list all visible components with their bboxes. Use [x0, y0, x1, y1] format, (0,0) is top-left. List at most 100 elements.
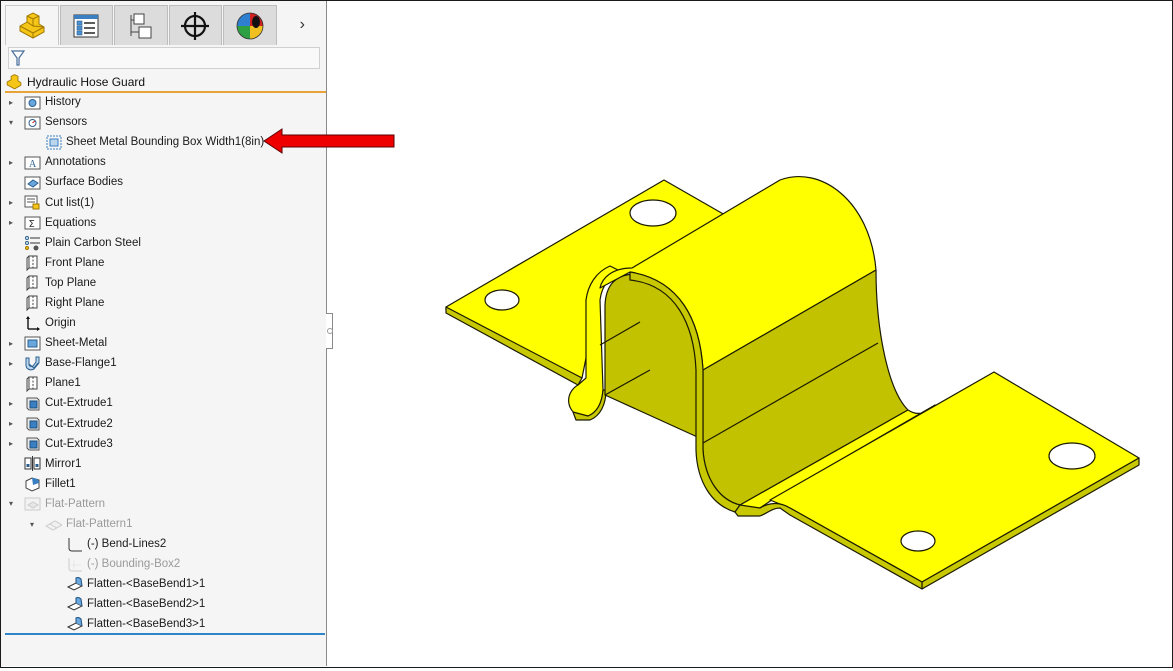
tree-item[interactable]: ▸ Σ Equations — [5, 213, 326, 233]
tree-item-label: (-) Bend-Lines2 — [87, 538, 167, 551]
tree-item[interactable]: ▸ Cut-Extrude1 — [5, 393, 326, 413]
tree-item-label: Sensors — [45, 116, 88, 129]
tree-item[interactable]: ▾ Flat-Pattern — [5, 494, 326, 514]
tree-item-label: Top Plane — [45, 276, 97, 289]
tree-item-label: Origin — [45, 317, 76, 330]
collapse-arrow-icon[interactable]: ▾ — [5, 498, 17, 510]
tree-item-label: Plain Carbon Steel — [45, 236, 141, 249]
history-folder-icon — [23, 94, 41, 111]
feature-manager-tab[interactable] — [5, 5, 59, 45]
cut-extrude-icon — [23, 435, 41, 452]
tree-item[interactable]: Top Plane — [5, 273, 326, 293]
part-icon — [6, 73, 22, 89]
hole — [1048, 442, 1096, 470]
property-list-icon — [73, 14, 99, 37]
tree-item[interactable]: (-) Bend-Lines2 — [5, 534, 326, 554]
mirror-icon — [23, 455, 41, 472]
svg-text:A: A — [29, 159, 37, 170]
sheet-metal-icon — [23, 335, 41, 352]
plane-icon — [23, 375, 41, 392]
tree-item[interactable]: Mirror1 — [5, 454, 326, 474]
expand-arrow-icon[interactable]: ▸ — [5, 337, 17, 349]
tree-item-label: Fillet1 — [45, 477, 76, 490]
tree-item-label: Equations — [45, 216, 97, 229]
flatten-bend-icon — [65, 576, 83, 593]
tree-item[interactable]: Flatten-<BaseBend1>1 — [5, 574, 326, 594]
tree-item[interactable]: Plane1 — [5, 373, 326, 393]
tree-root-part[interactable]: Hydraulic Hose Guard — [5, 72, 326, 93]
cut-extrude-icon — [23, 415, 41, 432]
configuration-tree-icon — [130, 13, 152, 38]
tree-item-label: Sheet Metal Bounding Box Width1(8in) — [66, 136, 265, 149]
tree-item[interactable]: Right Plane — [5, 293, 326, 313]
hose-guard-model[interactable] — [327, 1, 1172, 666]
tree-item[interactable]: ▸ Cut list(1) — [5, 192, 326, 212]
bounding-box-sensor-icon — [44, 134, 62, 151]
flat-pattern-icon — [44, 516, 62, 533]
hole — [629, 199, 677, 227]
tree-item-label: History — [45, 96, 81, 109]
tree-item[interactable]: Plain Carbon Steel — [5, 233, 326, 253]
tree-item[interactable]: (-) Bounding-Box2 — [5, 554, 326, 574]
part-icon — [19, 11, 45, 39]
tree-item-label: Mirror1 — [45, 457, 82, 470]
expand-arrow-icon[interactable]: ▸ — [5, 418, 17, 430]
tree-item[interactable]: ▸ A Annotations — [5, 152, 326, 172]
display-manager-tab[interactable] — [223, 5, 277, 45]
tree-item[interactable]: Surface Bodies — [5, 172, 326, 192]
cut-extrude-icon — [23, 395, 41, 412]
tree-item[interactable]: Front Plane — [5, 253, 326, 273]
tree-item[interactable]: Flatten-<BaseBend2>1 — [5, 594, 326, 614]
tree-item-label: Right Plane — [45, 296, 105, 309]
hole — [484, 289, 520, 311]
svg-text:Σ: Σ — [28, 219, 34, 230]
tree-item-label: Flatten-<BaseBend2>1 — [87, 598, 206, 611]
expand-arrow-icon[interactable]: ▸ — [5, 156, 17, 168]
tree-item[interactable]: ▸ History — [5, 92, 326, 112]
dimxpert-manager-tab[interactable] — [168, 5, 222, 45]
annotations-folder-icon: A — [23, 154, 41, 171]
cut-list-icon — [23, 194, 41, 211]
tree-item-label: Base-Flange1 — [45, 357, 117, 370]
collapse-arrow-icon[interactable]: ▾ — [5, 116, 17, 128]
tree-item[interactable]: ▸ Cut-Extrude2 — [5, 414, 326, 434]
expand-arrow-icon[interactable]: ▸ — [5, 438, 17, 450]
chevron-right-icon: › — [299, 16, 305, 33]
graphics-viewport[interactable] — [327, 1, 1172, 666]
sensors-folder-icon — [23, 114, 41, 131]
tree-item-label: Annotations — [45, 156, 106, 169]
expand-arrow-icon[interactable]: ▸ — [5, 197, 17, 209]
tree-end-marker — [5, 633, 325, 635]
tree-item[interactable]: Fillet1 — [5, 474, 326, 494]
tree-item[interactable]: ▸ Sheet-Metal — [5, 333, 326, 353]
tree-item[interactable]: Flatten-<BaseBend3>1 — [5, 614, 326, 634]
expand-arrow-icon[interactable]: ▸ — [5, 397, 17, 409]
flatten-bend-icon — [65, 596, 83, 613]
tree-filter-input[interactable] — [8, 47, 320, 69]
tree-item-label: Flat-Pattern — [45, 497, 106, 510]
bounding-box-sketch-icon — [65, 556, 83, 573]
expand-arrow-icon[interactable]: ▸ — [5, 357, 17, 369]
expand-arrow-icon[interactable]: ▸ — [5, 217, 17, 229]
tree-item[interactable]: ▸ Base-Flange1 — [5, 353, 326, 373]
tree-item[interactable]: ▸ Cut-Extrude3 — [5, 434, 326, 454]
property-manager-tab[interactable] — [59, 5, 113, 45]
collapse-arrow-icon[interactable]: ▾ — [26, 518, 38, 530]
tree-item[interactable]: ▾ Flat-Pattern1 — [5, 514, 326, 534]
sketch-icon — [65, 536, 83, 553]
configuration-manager-tab[interactable] — [114, 5, 168, 45]
more-tabs-button[interactable]: › — [278, 5, 328, 45]
expand-arrow-icon[interactable]: ▸ — [5, 96, 17, 108]
tree-item[interactable]: Origin — [5, 313, 326, 333]
tree-item-label: Cut-Extrude1 — [45, 397, 113, 410]
